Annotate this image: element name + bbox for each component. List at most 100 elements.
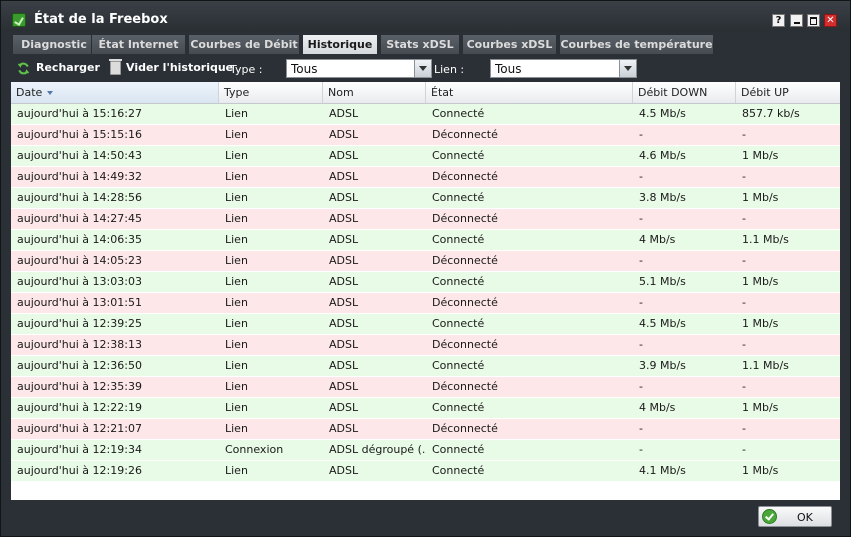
table-row[interactable]: aujourd'hui à 12:38:13 Lien ADSL Déconnecté… xyxy=(11,335,840,356)
cell-up: 1 Mb/s xyxy=(742,401,779,414)
cell-nom: ADSL xyxy=(329,149,359,162)
column-header-debit-up[interactable]: Débit UP xyxy=(736,82,840,103)
cell-down: 4.6 Mb/s xyxy=(639,149,686,162)
chevron-down-icon[interactable] xyxy=(414,60,431,77)
column-header-type[interactable]: Type xyxy=(219,82,323,103)
tab-etat-internet[interactable]: État Internet xyxy=(91,34,186,54)
tab-courbes-debit[interactable]: Courbes de Débit xyxy=(188,34,300,54)
reload-icon[interactable] xyxy=(17,62,30,75)
help-button[interactable]: ? xyxy=(772,14,785,27)
cell-nom: ADSL xyxy=(329,107,359,120)
cell-down: - xyxy=(639,380,643,393)
cell-down: - xyxy=(639,128,643,141)
cell-type: Lien xyxy=(225,422,248,435)
cell-down: 4 Mb/s xyxy=(639,401,676,414)
table-row[interactable]: aujourd'hui à 12:39:25 Lien ADSL Connecté 4.… xyxy=(11,314,840,335)
cell-nom: ADSL xyxy=(329,254,359,267)
cell-etat: Connecté xyxy=(432,443,485,456)
table-row[interactable]: aujourd'hui à 12:19:34 Connexion ADSL dégr… xyxy=(11,440,840,461)
cell-date: aujourd'hui à 13:03:03 xyxy=(17,275,142,288)
check-icon xyxy=(762,509,777,524)
type-filter-label: Type : xyxy=(230,63,263,76)
cell-type: Lien xyxy=(225,401,248,414)
table-row[interactable]: aujourd'hui à 12:36:50 Lien ADSL Connecté 3.… xyxy=(11,356,840,377)
history-grid: Date Type Nom État Débit DOWN Débit UP a… xyxy=(11,82,840,500)
cell-down: 4 Mb/s xyxy=(639,233,676,246)
cell-type: Lien xyxy=(225,317,248,330)
cell-up: 1.1 Mb/s xyxy=(742,233,789,246)
close-button[interactable]: ✕ xyxy=(824,14,837,27)
window-title: État de la Freebox xyxy=(34,12,168,27)
table-row[interactable]: aujourd'hui à 15:16:27 Lien ADSL Connecté 4.… xyxy=(11,104,840,125)
cell-type: Lien xyxy=(225,128,248,141)
title-bar[interactable]: État de la Freebox ? ✕ xyxy=(1,1,850,31)
cell-down: - xyxy=(639,254,643,267)
table-row[interactable]: aujourd'hui à 12:21:07 Lien ADSL Déconnecté… xyxy=(11,419,840,440)
table-row[interactable]: aujourd'hui à 14:28:56 Lien ADSL Connecté 3.… xyxy=(11,188,840,209)
cell-down: 3.9 Mb/s xyxy=(639,359,686,372)
ok-button[interactable]: OK xyxy=(758,506,832,527)
cell-up: - xyxy=(742,422,746,435)
column-header-date[interactable]: Date xyxy=(11,82,219,103)
cell-type: Lien xyxy=(225,338,248,351)
reload-button[interactable]: Recharger xyxy=(36,61,100,74)
table-row[interactable]: aujourd'hui à 14:50:43 Lien ADSL Connecté 4.… xyxy=(11,146,840,167)
cell-date: aujourd'hui à 12:36:50 xyxy=(17,359,142,372)
cell-etat: Déconnecté xyxy=(432,338,498,351)
tab-stats-xdsl[interactable]: Stats xDSL xyxy=(380,34,460,54)
grid-header: Date Type Nom État Débit DOWN Débit UP xyxy=(11,82,840,104)
tab-historique[interactable]: Historique xyxy=(302,34,378,54)
cell-nom: ADSL xyxy=(329,170,359,183)
table-row[interactable]: aujourd'hui à 12:35:39 Lien ADSL Déconnecté… xyxy=(11,377,840,398)
chevron-down-icon[interactable] xyxy=(619,60,636,77)
cell-up: 1 Mb/s xyxy=(742,191,779,204)
table-row[interactable]: aujourd'hui à 14:49:32 Lien ADSL Déconnecté… xyxy=(11,167,840,188)
minimize-button[interactable] xyxy=(790,14,803,27)
cell-etat: Déconnecté xyxy=(432,296,498,309)
cell-nom: ADSL xyxy=(329,296,359,309)
link-filter-value: Tous xyxy=(495,62,522,76)
type-filter-select[interactable]: Tous xyxy=(286,59,432,78)
table-row[interactable]: aujourd'hui à 12:19:26 Lien ADSL Connecté 4.… xyxy=(11,461,840,482)
cell-date: aujourd'hui à 14:27:45 xyxy=(17,212,142,225)
cell-type: Lien xyxy=(225,380,248,393)
cell-up: 1 Mb/s xyxy=(742,317,779,330)
table-row[interactable]: aujourd'hui à 14:06:35 Lien ADSL Connecté 4 … xyxy=(11,230,840,251)
table-row[interactable]: aujourd'hui à 15:15:16 Lien ADSL Déconnecté… xyxy=(11,125,840,146)
maximize-button[interactable] xyxy=(807,14,820,27)
cell-date: aujourd'hui à 13:01:51 xyxy=(17,296,142,309)
cell-nom: ADSL xyxy=(329,128,359,141)
cell-nom: ADSL xyxy=(329,380,359,393)
table-row[interactable]: aujourd'hui à 14:27:45 Lien ADSL Déconnecté… xyxy=(11,209,840,230)
cell-type: Lien xyxy=(225,212,248,225)
cell-down: - xyxy=(639,422,643,435)
link-filter-select[interactable]: Tous xyxy=(490,59,637,78)
grid-rows: aujourd'hui à 15:16:27 Lien ADSL Connecté 4.… xyxy=(11,104,840,482)
cell-date: aujourd'hui à 14:06:35 xyxy=(17,233,142,246)
trash-icon[interactable] xyxy=(109,59,122,75)
column-header-etat[interactable]: État xyxy=(426,82,633,103)
cell-nom: ADSL xyxy=(329,338,359,351)
table-row[interactable]: aujourd'hui à 13:03:03 Lien ADSL Connecté 5.… xyxy=(11,272,840,293)
cell-etat: Connecté xyxy=(432,359,485,372)
tab-courbes-xdsl[interactable]: Courbes xDSL xyxy=(462,34,557,54)
cell-down: - xyxy=(639,212,643,225)
clear-history-button[interactable]: Vider l'historique xyxy=(126,61,233,74)
table-row[interactable]: aujourd'hui à 14:05:23 Lien ADSL Déconnecté… xyxy=(11,251,840,272)
cell-type: Connexion xyxy=(225,443,284,456)
cell-etat: Connecté xyxy=(432,149,485,162)
cell-type: Lien xyxy=(225,233,248,246)
cell-up: - xyxy=(742,254,746,267)
cell-etat: Déconnecté xyxy=(432,380,498,393)
table-row[interactable]: aujourd'hui à 13:01:51 Lien ADSL Déconnecté… xyxy=(11,293,840,314)
cell-date: aujourd'hui à 14:05:23 xyxy=(17,254,142,267)
cell-up: - xyxy=(742,296,746,309)
column-header-nom[interactable]: Nom xyxy=(323,82,426,103)
column-header-debit-down[interactable]: Débit DOWN xyxy=(633,82,736,103)
type-filter-value: Tous xyxy=(291,62,318,76)
tab-courbes-temperature[interactable]: Courbes de température xyxy=(559,34,714,54)
table-row[interactable]: aujourd'hui à 12:22:19 Lien ADSL Connecté 4 … xyxy=(11,398,840,419)
cell-nom: ADSL dégroupé (... xyxy=(329,443,425,456)
tab-diagnostic[interactable]: Diagnostic xyxy=(12,34,96,54)
cell-nom: ADSL xyxy=(329,464,359,477)
